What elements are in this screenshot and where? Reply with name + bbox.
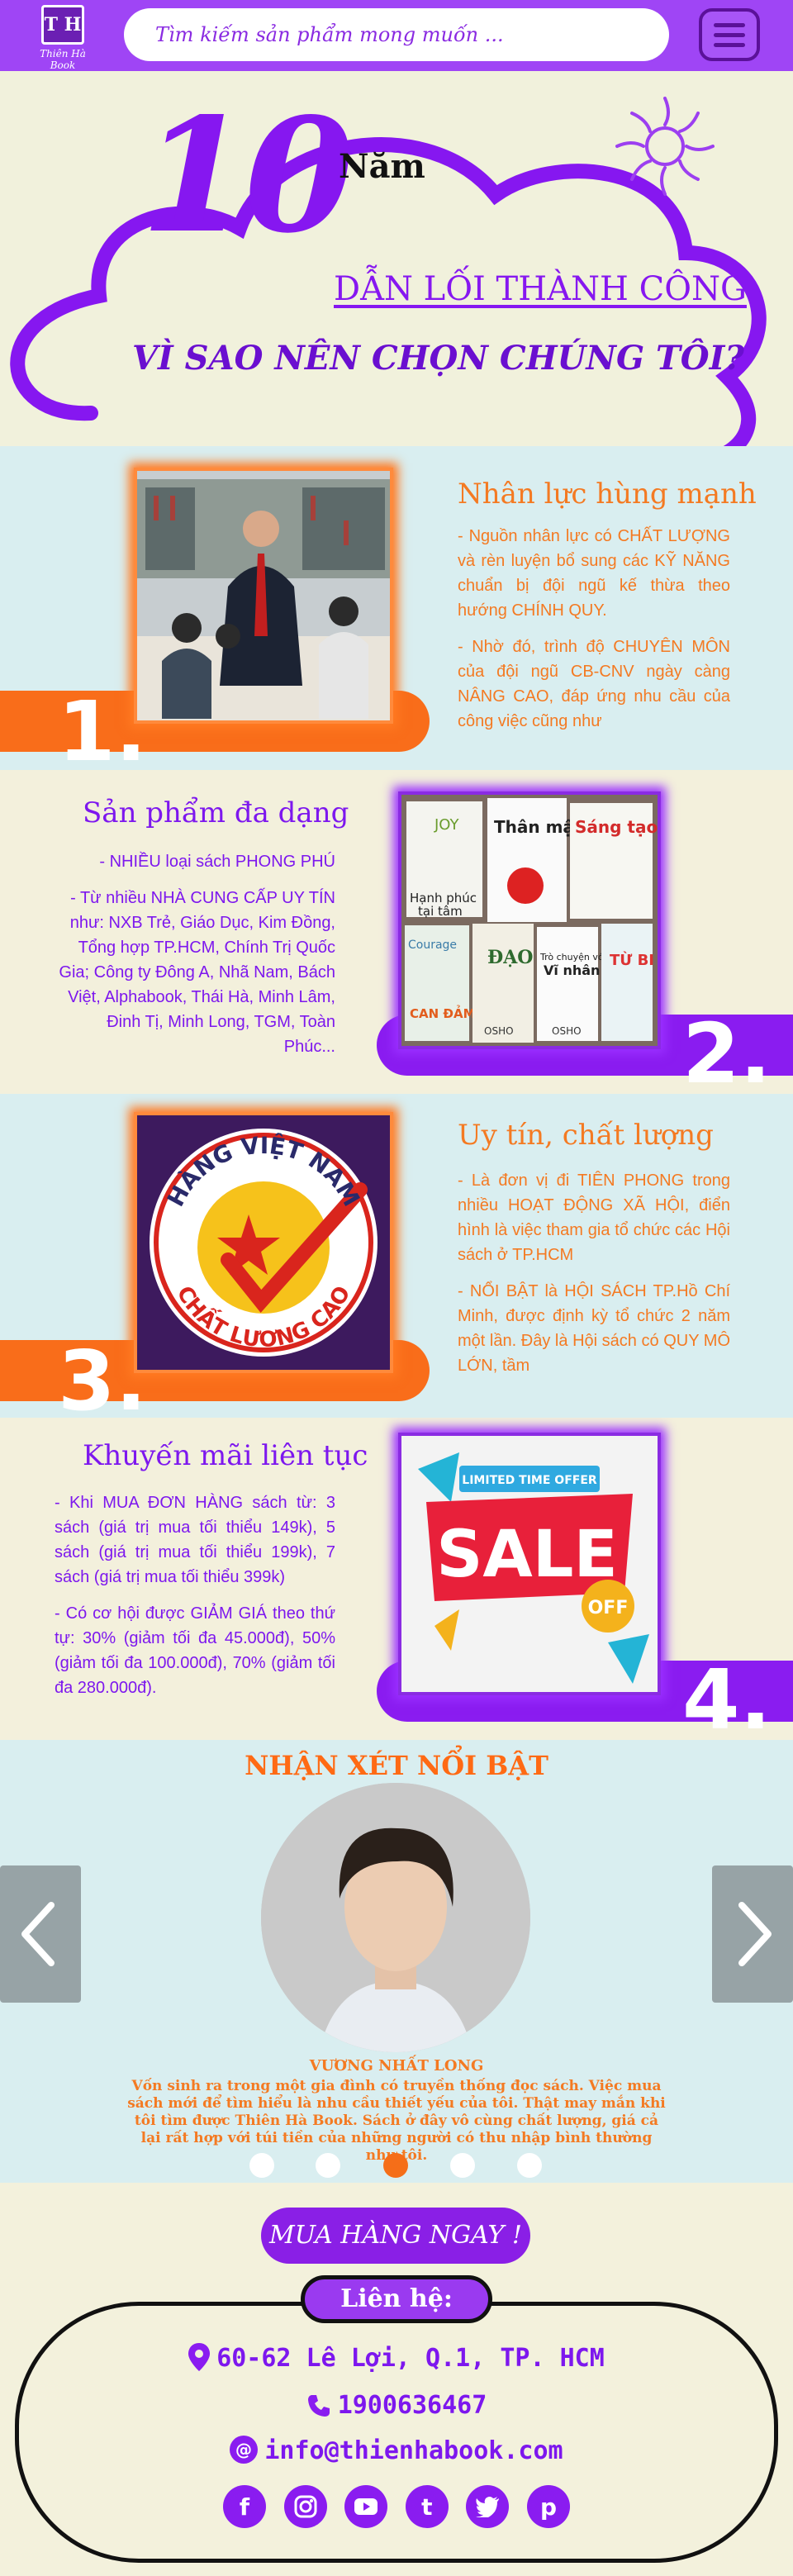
section-body: - Nguồn nhân lực có CHẤT LƯỢNG và rèn lu…: [458, 524, 730, 745]
section-paragraph: - Là đơn vị đi TIÊN PHONG trong nhiều HO…: [458, 1172, 730, 1264]
email-text: info@thienhabook.com: [264, 2436, 563, 2465]
hero-question: VÌ SAO NÊN CHỌN CHÚNG TÔI?: [132, 339, 744, 378]
next-review-button[interactable]: [712, 1865, 793, 2003]
hero-big-number: 10: [140, 83, 354, 268]
address-text: 60-62 Lê Lợi, Q.1, TP. HCM: [216, 2344, 605, 2373]
section-paragraph: - Có cơ hội được GIẢM GIÁ theo thứ tự: 3…: [55, 1604, 335, 1697]
carousel-dot-active[interactable]: [383, 2153, 408, 2178]
prev-review-button[interactable]: [0, 1865, 81, 2003]
book-title: JOY: [434, 816, 459, 834]
svg-text:Sáng tạo: Sáng tạo: [575, 817, 658, 837]
section-paragraph: - Nhờ đó, trình độ CHUYÊN MÔN của đội ng…: [458, 638, 730, 730]
hero: [0, 71, 793, 446]
location-pin-icon: [188, 2343, 211, 2371]
carousel-dot[interactable]: [249, 2153, 274, 2178]
contact-phone[interactable]: 1900636467: [0, 2391, 793, 2420]
contact-email[interactable]: @ info@thienhabook.com: [0, 2436, 793, 2465]
reviewer-name: VƯƠNG NHẤT LONG: [309, 2057, 484, 2075]
carousel-dot[interactable]: [450, 2153, 475, 2178]
phone-text: 1900636467: [337, 2391, 487, 2420]
section-body: - Là đơn vị đi TIÊN PHONG trong nhiều HO…: [458, 1168, 730, 1390]
section-body: - Khi MUA ĐƠN HÀNG sách từ: 3 sách (giá …: [55, 1490, 335, 1712]
svg-text:TỪ BI: TỪ BI: [610, 951, 654, 969]
section-title: Uy tín, chất lượng: [458, 1119, 714, 1152]
search-input[interactable]: [124, 8, 669, 61]
section-products: 2. JOY Thân mật Sáng tạo Hạnh phúc tại t…: [0, 770, 793, 1094]
phone-icon: [307, 2395, 330, 2417]
contact-address[interactable]: 60-62 Lê Lợi, Q.1, TP. HCM: [0, 2343, 793, 2373]
svg-text:Vĩ nhân: Vĩ nhân: [544, 962, 600, 978]
section-paragraph: - Khi MUA ĐƠN HÀNG sách từ: 3 sách (giá …: [55, 1494, 335, 1586]
header: T H Thiên Hà Book: [0, 0, 793, 71]
search-bar[interactable]: [124, 8, 669, 61]
svg-text:Courage: Courage: [408, 939, 457, 952]
chevron-left-icon: [21, 1902, 55, 1966]
logo-name: Thiên Hà Book: [40, 48, 86, 71]
staff-photo: [134, 468, 393, 724]
svg-text:@: @: [235, 2440, 252, 2460]
hero-nam-label: Năm: [339, 147, 425, 186]
avatar: [261, 1783, 530, 2052]
hamburger-icon: [714, 23, 745, 27]
contact-label: Liên hệ:: [301, 2275, 492, 2323]
logo[interactable]: T H Thiên Hà Book: [30, 5, 96, 71]
section-staff: 1. Nhân lực hùng mạnh - Nguồn nhân lực c…: [0, 446, 793, 770]
section-paragraph: - NỔI BẬT là HỘI SÁCH TP.Hồ Chí Minh, đư…: [458, 1282, 730, 1375]
svg-text:tại tâm: tại tâm: [418, 904, 463, 919]
logo-mark: T H: [41, 5, 84, 45]
tumblr-icon[interactable]: t: [405, 2485, 449, 2528]
section-title: Sản phẩm đa dạng: [83, 796, 349, 829]
sale-image: LIMITED TIME OFFER SALE OFF: [398, 1433, 661, 1695]
svg-text:ĐẠO: ĐẠO: [487, 947, 533, 968]
section-paragraph: - Từ nhiều NHÀ CUNG CẤP UY TÍN như: NXB …: [59, 889, 335, 1056]
carousel-dot[interactable]: [517, 2153, 542, 2178]
svg-text:SALE: SALE: [436, 1518, 618, 1592]
menu-button[interactable]: [699, 8, 760, 61]
section-paragraph: - Nguồn nhân lực có CHẤT LƯỢNG và rèn lu…: [458, 527, 730, 620]
buy-now-button[interactable]: MUA HÀNG NGAY !: [261, 2208, 530, 2264]
svg-text:OSHO: OSHO: [484, 1025, 514, 1037]
review-text: Vốn sinh ra trong một gia đình có truyền…: [127, 2078, 666, 2164]
hamburger-icon-line: [714, 43, 745, 47]
facebook-icon[interactable]: f: [223, 2485, 266, 2528]
chevron-right-icon: [738, 1902, 772, 1966]
section-title: Nhân lực hùng mạnh: [458, 478, 757, 511]
books-photo: JOY Thân mật Sáng tạo Hạnh phúc tại tâm …: [398, 791, 661, 1049]
svg-text:LIMITED TIME OFFER: LIMITED TIME OFFER: [462, 1474, 597, 1487]
youtube-icon[interactable]: [344, 2485, 388, 2528]
hero-tagline: DẪN LỐI THÀNH CÔNG: [334, 270, 747, 308]
instagram-icon[interactable]: [283, 2485, 327, 2528]
quality-badge-image: HÀNG VIỆT NAM CHẤT LƯỢNG CAO: [134, 1112, 393, 1373]
svg-text:OFF: OFF: [588, 1598, 629, 1618]
section-title: Khuyến mãi liên tục: [83, 1439, 368, 1472]
at-icon: @: [230, 2436, 259, 2464]
carousel-dot[interactable]: [316, 2153, 340, 2178]
section-number: 2.: [682, 1005, 772, 1095]
section-body: - NHIỀU loại sách PHONG PHÚ - Từ nhiều N…: [58, 849, 335, 1071]
social-links: f t p: [223, 2485, 570, 2528]
svg-text:CAN ĐẢM: CAN ĐẢM: [410, 1004, 476, 1021]
section-promotions: 4. LIMITED TIME OFFER SALE OFF Khuyến mã…: [0, 1418, 793, 1740]
twitter-icon[interactable]: [466, 2485, 510, 2528]
svg-text:Trò chuyện với: Trò chuyện với: [539, 952, 606, 962]
sun-icon: [615, 97, 715, 196]
section-quality: 3. HÀNG VIỆT NAM CHẤT LƯỢNG CAO Uy tín, …: [0, 1094, 793, 1418]
reviews-title: NHẬN XÉT NỔI BẬT: [245, 1750, 548, 1781]
svg-text:OSHO: OSHO: [552, 1025, 582, 1037]
pinterest-icon[interactable]: p: [526, 2485, 570, 2528]
section-paragraph: - NHIỀU loại sách PHONG PHÚ: [99, 853, 335, 871]
hamburger-icon-line: [714, 33, 745, 37]
section-number: 4.: [682, 1652, 772, 1741]
svg-text:Thân mật: Thân mật: [494, 817, 582, 837]
